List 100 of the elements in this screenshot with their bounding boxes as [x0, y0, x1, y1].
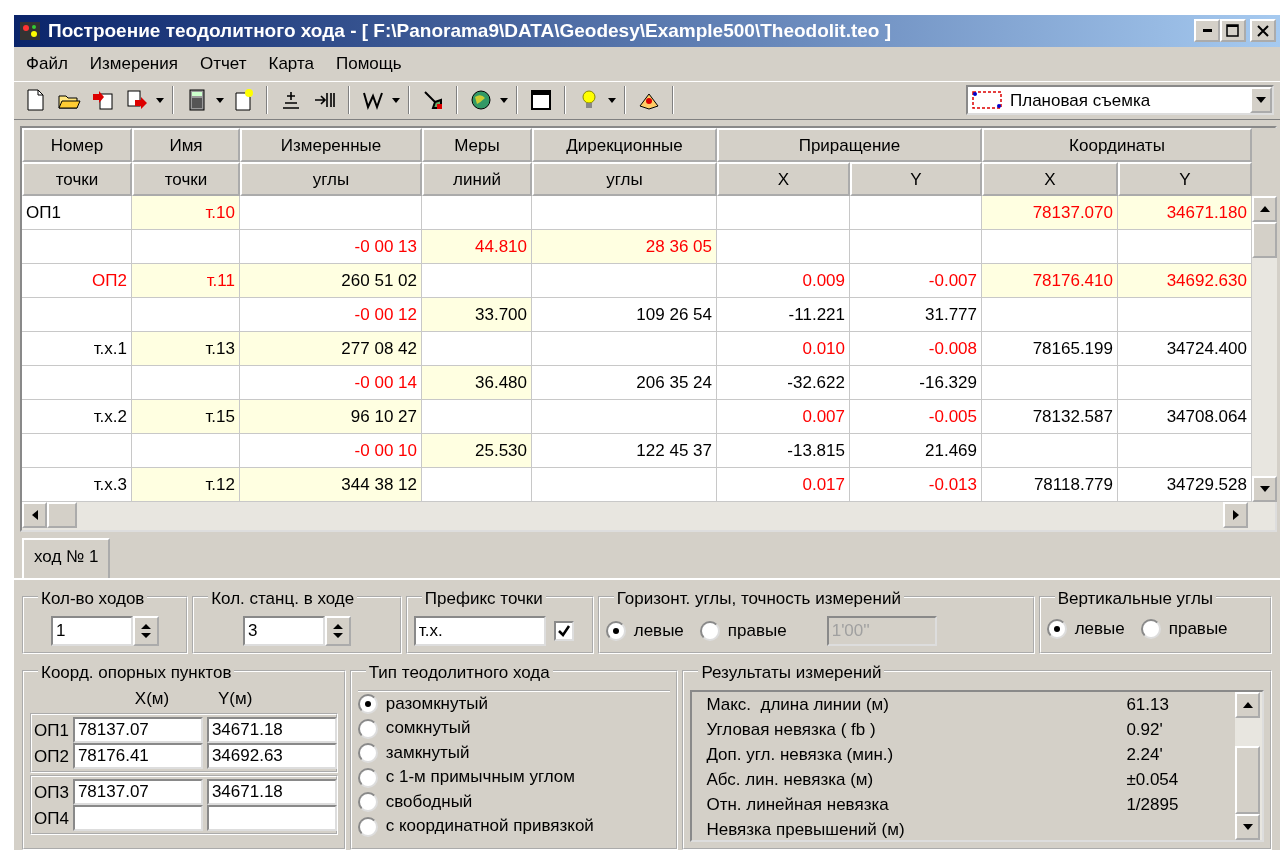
result-label: Угловая невязка ( fb )	[706, 719, 877, 741]
table-cell: т.10	[132, 196, 240, 231]
radio-button[interactable]	[357, 694, 378, 715]
column-header[interactable]: точки	[132, 162, 240, 197]
coordinate-field[interactable]	[206, 805, 337, 832]
table-cell: т.12	[132, 468, 240, 503]
up-arrow-icon	[1242, 702, 1253, 708]
number-field[interactable]: 1	[51, 616, 134, 646]
radio-button[interactable]	[357, 767, 378, 788]
table-cell: 25.530	[422, 434, 532, 469]
menu-item[interactable]: Измерения	[89, 50, 178, 77]
caret-icon[interactable]	[608, 97, 616, 103]
scrollbar-thumb[interactable]	[47, 502, 77, 529]
scroll-down-button[interactable]	[1252, 476, 1277, 503]
coordinate-field[interactable]: 78176.41	[72, 743, 203, 770]
radio-label[interactable]: правые	[1168, 616, 1228, 642]
coordinate-field[interactable]	[72, 805, 203, 832]
menu-item[interactable]: Файл	[26, 50, 68, 77]
coordinate-field[interactable]: 34692.63	[206, 743, 337, 770]
caret-icon[interactable]	[156, 97, 164, 103]
radio-label[interactable]: с координатной привязкой	[385, 814, 594, 839]
column-header[interactable]: линий	[422, 162, 532, 197]
column-header[interactable]: Меры	[422, 128, 532, 163]
result-label: Абс. лин. невязка (м)	[706, 769, 875, 791]
column-header[interactable]: X	[982, 162, 1118, 197]
radio-label[interactable]: свободный	[385, 790, 473, 815]
table-cell: 28 36 05	[532, 230, 717, 265]
scroll-up-button[interactable]	[1235, 692, 1260, 718]
point-label: ОП3	[34, 781, 69, 804]
column-header[interactable]: Дирекционные	[532, 128, 717, 163]
menu-item[interactable]: Карта	[268, 50, 314, 77]
column-header[interactable]: Приращение	[717, 128, 982, 163]
radio-button[interactable]	[699, 621, 720, 641]
menu-item[interactable]: Помощь	[336, 50, 402, 77]
radio-label[interactable]: сомкнутый	[385, 716, 471, 741]
point-label: ОП2	[34, 745, 69, 768]
coordinate-field[interactable]: 34671.18	[206, 717, 337, 744]
close-icon	[1256, 23, 1270, 38]
radio-button[interactable]	[357, 792, 378, 813]
coordinate-field[interactable]: 34671.18	[206, 779, 337, 806]
column-header[interactable]: X	[717, 162, 850, 197]
checkbox[interactable]	[553, 621, 574, 641]
radio-button[interactable]	[1046, 618, 1067, 639]
window-icon[interactable]	[529, 88, 553, 113]
text-field[interactable]: т.х.	[413, 616, 546, 646]
radio-button[interactable]	[605, 621, 626, 641]
radio-label[interactable]: левые	[633, 618, 684, 644]
table-cell: 260 51 02	[240, 264, 422, 299]
table-cell: -16.329	[850, 366, 982, 401]
maximize-button[interactable]	[1220, 19, 1246, 43]
spin-button[interactable]	[133, 616, 160, 646]
spin-button[interactable]	[325, 616, 351, 646]
column-header[interactable]: Измеренные	[240, 128, 422, 163]
scroll-up-button[interactable]	[1252, 196, 1277, 223]
table-cell: 36.480	[422, 366, 532, 401]
menu-item[interactable]: Отчет	[199, 50, 247, 77]
table-cell: -11.221	[717, 298, 850, 333]
result-value: 2.24'	[1126, 744, 1163, 766]
number-field[interactable]: 3	[243, 616, 325, 646]
column-header[interactable]: углы	[240, 162, 422, 197]
close-button[interactable]	[1250, 19, 1276, 43]
table-cell: 0.007	[717, 400, 850, 435]
scroll-right-button[interactable]	[1223, 502, 1248, 529]
table-cell: 277 08 42	[240, 332, 422, 367]
radio-label[interactable]: левые	[1074, 616, 1125, 642]
minimize-button[interactable]	[1194, 19, 1220, 43]
table-cell: 122 45 37	[532, 434, 717, 469]
maximize-icon	[1226, 23, 1240, 38]
caret-icon[interactable]	[392, 97, 400, 103]
column-header[interactable]: Номер	[22, 128, 132, 163]
scroll-left-button[interactable]	[22, 502, 47, 529]
radio-button[interactable]	[1140, 618, 1161, 639]
caret-icon[interactable]	[500, 97, 508, 103]
scrollbar-thumb[interactable]	[1252, 222, 1277, 259]
coordinate-field[interactable]: 78137.07	[72, 717, 203, 744]
table-cell: 21.469	[850, 434, 982, 469]
scroll-down-button[interactable]	[1235, 814, 1260, 840]
mode-dropdown[interactable]: Плановая съемка	[966, 85, 1274, 116]
caret-icon[interactable]	[216, 97, 224, 103]
radio-button[interactable]	[357, 718, 378, 739]
scrollbar-thumb[interactable]	[1235, 746, 1260, 814]
radio-button[interactable]	[357, 816, 378, 837]
column-header[interactable]: точки	[22, 162, 132, 197]
minimize-icon	[1202, 29, 1212, 33]
column-header[interactable]: углы	[532, 162, 717, 197]
globe-icon[interactable]	[469, 88, 493, 113]
result-label: Макс. длина линии (м)	[706, 694, 890, 716]
column-header[interactable]: Y	[850, 162, 982, 197]
radio-label[interactable]: замкнутый	[385, 741, 470, 766]
column-header[interactable]: Y	[1118, 162, 1252, 197]
radio-button[interactable]	[357, 743, 378, 764]
result-value: ±0.054	[1126, 769, 1179, 791]
radio-label[interactable]: разомкнутый	[385, 692, 488, 717]
column-header[interactable]: Имя	[132, 128, 240, 163]
radio-label[interactable]: правые	[727, 618, 787, 644]
column-header[interactable]: Координаты	[982, 128, 1252, 163]
tab[interactable]: ход № 1	[22, 538, 111, 578]
radio-label[interactable]: с 1-м примычным углом	[385, 765, 575, 790]
column-label: Y(м)	[218, 688, 253, 710]
coordinate-field[interactable]: 78137.07	[72, 779, 203, 806]
